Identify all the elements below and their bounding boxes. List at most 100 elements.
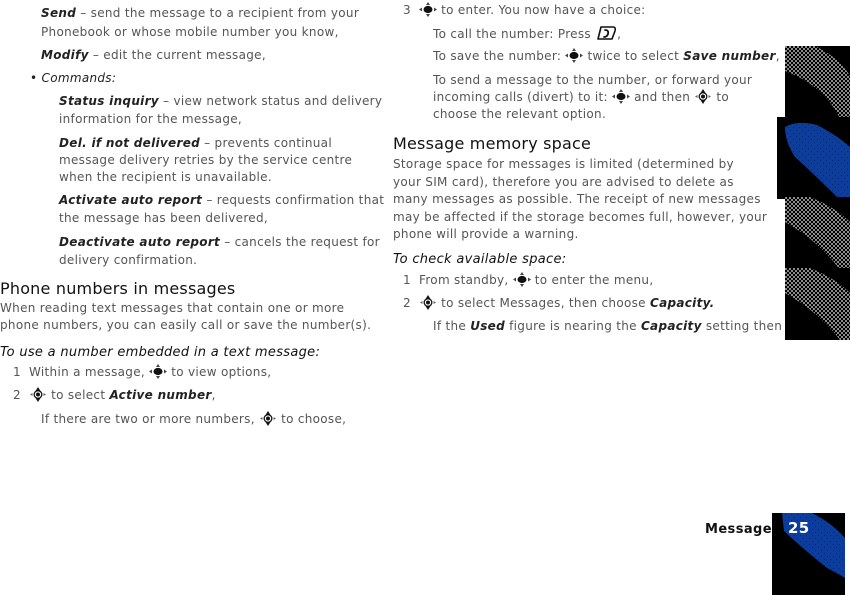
step-text: Within a message, <box>29 365 146 379</box>
navigation-key-icon <box>29 387 47 402</box>
memory-body-5: phone will provide a warning. <box>393 227 579 241</box>
section-label: Messages <box>705 522 781 537</box>
check-step-1: 1 From standby, to enter the menu, <box>403 272 653 288</box>
deactivate-auto-report-option: Deactivate auto report – cancels the req… <box>59 234 380 250</box>
modify-term: Modify <box>41 48 89 62</box>
step-number: 3 <box>403 3 411 17</box>
page-number: 25 <box>788 519 810 537</box>
commands-heading: • Commands: <box>30 70 116 86</box>
check-step-2: 2 to select Messages, then choose Capaci… <box>403 295 715 311</box>
section-tab-active[interactable] <box>777 117 850 199</box>
navigation-key-icon <box>259 411 277 426</box>
activate-auto-report-option: Activate auto report – requests confirma… <box>59 192 384 208</box>
step-text: to enter. You now have a choice: <box>437 3 646 17</box>
phone-numbers-body-1: When reading text messages that contain … <box>0 301 345 315</box>
status-inquiry-desc: – view network status and delivery <box>158 94 383 108</box>
deactivate-cont: delivery confirmation. <box>59 253 198 267</box>
note-text: to choose, <box>276 412 347 426</box>
capacity-term: Capacity <box>640 319 702 333</box>
embedded-number-lead: To use a number embedded in a text messa… <box>0 345 321 360</box>
memory-body-4: may be affected if the storage becomes f… <box>393 210 768 224</box>
step-text: From standby, <box>419 273 509 287</box>
navigation-key-icon <box>149 364 167 379</box>
memory-body-2: your SIM card), therefore you are advise… <box>393 175 734 189</box>
del-not-delivered-term: Del. if not delivered <box>59 136 201 150</box>
punct: , <box>775 49 780 63</box>
deactivate-term: Deactivate auto report <box>59 235 221 249</box>
punct: , <box>617 27 622 41</box>
status-inquiry-cont: information for the message, <box>59 112 243 126</box>
memory-heading: Message memory space <box>393 134 592 153</box>
send-term: Send <box>41 6 77 20</box>
memory-body-3: many messages as possible. The receipt o… <box>393 192 761 206</box>
choice-text: to <box>712 90 730 104</box>
navigation-key-icon <box>419 2 437 17</box>
choice-text: and then <box>629 90 695 104</box>
send-forward-choice-2: incoming calls (divert) to it: and then … <box>433 89 729 105</box>
note-text: If there are two or more numbers, <box>41 412 255 426</box>
navigation-key-icon <box>612 89 630 104</box>
call-key-icon <box>597 26 617 40</box>
tab-shape-icon <box>785 46 850 119</box>
del-not-delivered-cont2: when the recipient is unavailable. <box>59 170 272 184</box>
used-term: Used <box>470 319 506 333</box>
phone-numbers-body-2: phone numbers, you can easily call or sa… <box>0 318 372 332</box>
navigation-key-icon <box>513 272 531 287</box>
choice-text: To save the number: <box>433 49 562 63</box>
save-number-choice: To save the number: twice to select Save… <box>433 48 780 64</box>
tab-shape-icon <box>785 268 850 340</box>
memory-body-1: Storage space for messages is limited (d… <box>393 157 734 171</box>
activate-cont: the message has been delivered, <box>59 211 269 225</box>
navigation-key-icon <box>694 89 712 104</box>
note-text: figure is nearing the <box>505 319 641 333</box>
step-number: 1 <box>13 365 21 379</box>
embedded-step-2: 2 to select Active number, <box>13 387 216 403</box>
del-not-delivered-option: Del. if not delivered – prevents continu… <box>59 135 332 151</box>
bullet: • <box>30 71 38 85</box>
capacity-term: Capacity. <box>649 296 715 310</box>
send-desc-cont: Phonebook or whose mobile number you kno… <box>41 25 339 39</box>
choice-text: incoming calls (divert) to it: <box>433 90 608 104</box>
embedded-step-1: 1 Within a message, to view options, <box>13 364 271 380</box>
step-number: 1 <box>403 273 411 287</box>
punct: , <box>211 388 216 402</box>
tab-shape-icon <box>785 122 850 199</box>
note-text: setting then <box>701 319 783 333</box>
step-number: 2 <box>403 296 411 310</box>
tab-shape-icon <box>785 197 850 270</box>
embedded-step-2-note: If there are two or more numbers, to cho… <box>41 411 346 427</box>
commands-label: Commands: <box>41 71 117 85</box>
step-text: to view options, <box>167 365 272 379</box>
modify-option: Modify – edit the current message, <box>41 47 266 63</box>
check-space-lead: To check available space: <box>393 252 567 267</box>
del-not-delivered-desc: – prevents continual <box>200 136 332 150</box>
embedded-step-3: 3 to enter. You now have a choice: <box>403 2 646 18</box>
save-number-term: Save number <box>683 49 776 63</box>
modify-desc: – edit the current message, <box>88 48 266 62</box>
section-tab-4[interactable] <box>785 268 850 340</box>
send-forward-choice-3: choose the relevant option. <box>433 107 607 121</box>
step-text: to select Messages, then choose <box>437 296 650 310</box>
section-tab-3[interactable] <box>785 197 850 270</box>
phone-numbers-heading: Phone numbers in messages <box>0 279 236 298</box>
step-text: to enter the menu, <box>530 273 654 287</box>
call-number-choice: To call the number: Press , <box>433 25 621 42</box>
activate-term: Activate auto report <box>59 193 203 207</box>
send-forward-choice-1: To send a message to the number, or forw… <box>433 73 753 87</box>
status-inquiry-option: Status inquiry – view network status and… <box>59 93 382 109</box>
note-text: If the <box>433 319 471 333</box>
active-number-term: Active number <box>109 388 212 402</box>
send-desc: – send the message to a recipient from y… <box>76 6 360 20</box>
deactivate-desc: – cancels the request for <box>220 235 380 249</box>
step-text: to select <box>47 388 110 402</box>
send-option: Send – send the message to a recipient f… <box>41 5 359 21</box>
choice-text: To call the number: Press <box>433 27 596 41</box>
del-not-delivered-cont1: message delivery retries by the service … <box>59 153 353 167</box>
navigation-key-icon <box>419 295 437 310</box>
check-note: If the Used figure is nearing the Capaci… <box>433 318 782 334</box>
activate-desc: – requests confirmation that <box>202 193 385 207</box>
section-tab-1[interactable] <box>785 46 850 119</box>
navigation-key-icon <box>565 48 583 63</box>
status-inquiry-term: Status inquiry <box>59 94 159 108</box>
choice-text: twice to select <box>583 49 684 63</box>
